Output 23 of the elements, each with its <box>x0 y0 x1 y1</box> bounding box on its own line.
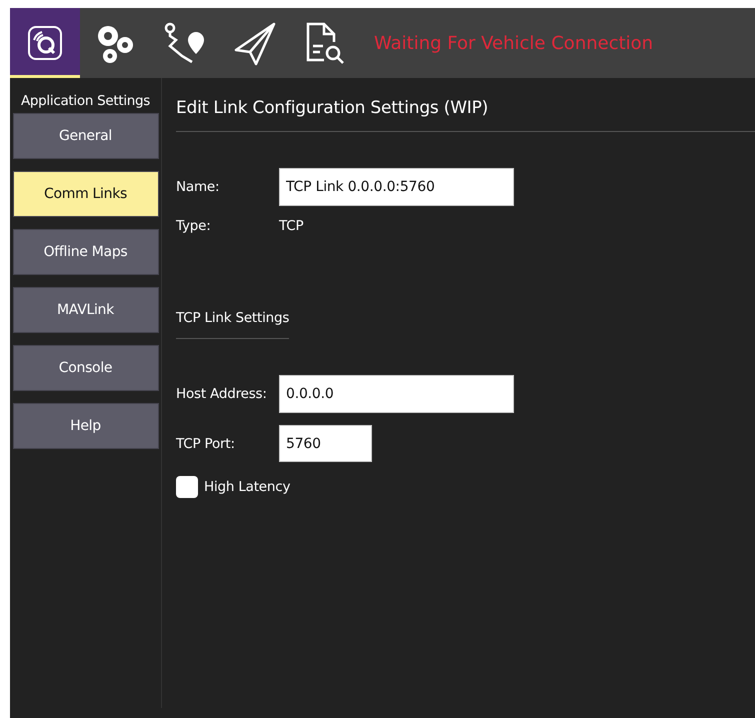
sidebar-item[interactable]: Console <box>12 345 158 391</box>
host-address-field[interactable]: 0.0.0.0 <box>279 375 514 413</box>
checkbox-label: High Latency <box>204 479 290 495</box>
section-title: TCP Link Settings <box>176 310 290 339</box>
page-title: Edit Link Configuration Settings (WIP) <box>176 98 488 118</box>
paper-plane-icon <box>232 20 278 66</box>
port-field[interactable]: 5760 <box>279 425 372 462</box>
sidebar-item[interactable]: General <box>12 113 158 159</box>
sidebar-title: Application Settings <box>20 93 150 109</box>
connection-status: Waiting For Vehicle Connection <box>374 32 654 54</box>
field-label: Name: <box>176 179 220 195</box>
sidebar-item[interactable]: Offline Maps <box>12 229 158 275</box>
sidebar-item[interactable]: MAVLink <box>12 287 158 333</box>
field-label: Host Address: <box>176 386 268 402</box>
sidebar-item[interactable]: Help <box>12 403 158 449</box>
type-value: TCP <box>279 218 304 234</box>
toolbar-button[interactable] <box>10 8 80 78</box>
field-label: TCP Port: <box>176 436 236 452</box>
field-label: Type: <box>176 218 212 234</box>
checkbox[interactable] <box>176 476 198 498</box>
app-logo-icon <box>27 25 63 61</box>
name-field[interactable]: TCP Link 0.0.0.0:5760 <box>279 168 514 206</box>
sidebar-item[interactable]: Comm Links <box>12 171 158 217</box>
